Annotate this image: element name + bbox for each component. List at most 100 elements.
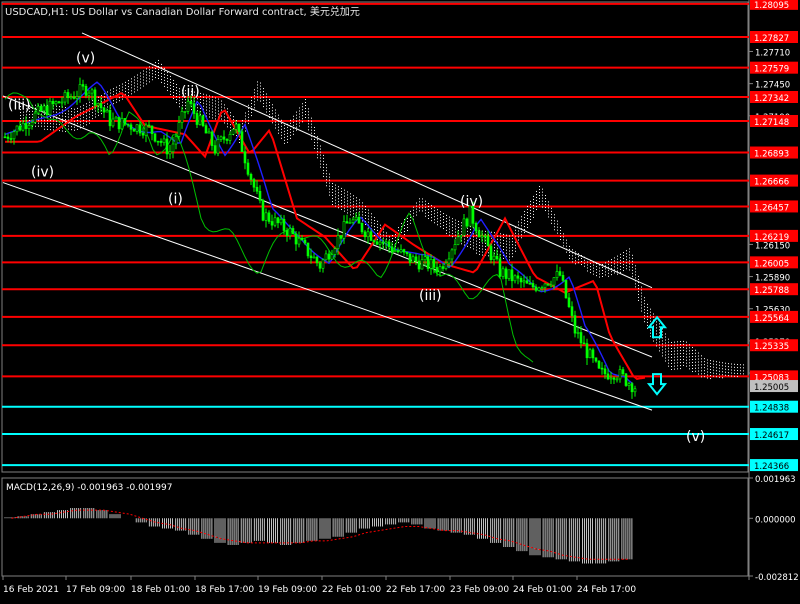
cloud-dot bbox=[383, 234, 384, 236]
cloud-dot bbox=[536, 205, 537, 207]
cloud-dot bbox=[482, 242, 483, 244]
cloud-dot bbox=[512, 244, 513, 246]
cloud-dot bbox=[89, 101, 90, 103]
cloud-dot bbox=[680, 347, 681, 349]
cloud-dot bbox=[245, 130, 246, 132]
cloud-dot bbox=[299, 125, 300, 127]
candle-body bbox=[600, 367, 604, 370]
cloud-dot bbox=[314, 132, 315, 134]
cloud-dot bbox=[368, 212, 369, 214]
candle-body bbox=[474, 223, 478, 232]
cloud-dot bbox=[263, 100, 264, 102]
cloud-dot bbox=[596, 269, 597, 271]
cloud-dot bbox=[512, 253, 513, 255]
cloud-dot bbox=[701, 370, 702, 372]
cloud-dot bbox=[734, 372, 735, 374]
cloud-dot bbox=[545, 201, 546, 203]
cloud-dot bbox=[662, 355, 663, 357]
cloud-dot bbox=[227, 120, 228, 122]
candle-body bbox=[192, 103, 196, 114]
cloud-dot bbox=[650, 314, 651, 316]
candle-body bbox=[21, 122, 25, 131]
cloud-dot bbox=[713, 360, 714, 362]
candle-body bbox=[486, 235, 490, 247]
cloud-dot bbox=[269, 110, 270, 112]
cloud-dot bbox=[572, 258, 573, 260]
cloud-dot bbox=[341, 187, 342, 189]
cloud-dot bbox=[179, 94, 180, 96]
candle-body bbox=[363, 231, 367, 238]
macd-axis-label: 0.000000 bbox=[755, 515, 796, 525]
cloud-dot bbox=[386, 232, 387, 234]
cloud-dot bbox=[20, 115, 21, 117]
cloud-dot bbox=[668, 359, 669, 361]
candle-body bbox=[375, 241, 379, 245]
cloud-dot bbox=[53, 111, 54, 113]
cloud-dot bbox=[362, 202, 363, 204]
cloud-dot bbox=[50, 126, 51, 128]
cloud-dot bbox=[695, 370, 696, 372]
cloud-dot bbox=[215, 115, 216, 117]
cloud-dot bbox=[680, 359, 681, 361]
candle-body bbox=[15, 125, 19, 133]
cloud-dot bbox=[482, 254, 483, 256]
candle-body bbox=[234, 123, 238, 130]
cloud-dot bbox=[143, 82, 144, 84]
cloud-dot bbox=[671, 342, 672, 344]
candle-body bbox=[225, 138, 229, 141]
cloud-dot bbox=[350, 202, 351, 204]
cloud-dot bbox=[167, 83, 168, 85]
cloud-dot bbox=[680, 365, 681, 367]
cloud-dot bbox=[500, 233, 501, 235]
candle-body bbox=[534, 286, 538, 291]
cloud-dot bbox=[443, 216, 444, 218]
candle-body bbox=[327, 253, 331, 260]
cloud-dot bbox=[455, 225, 456, 227]
cloud-dot bbox=[611, 259, 612, 261]
cloud-dot bbox=[368, 215, 369, 217]
cloud-dot bbox=[545, 204, 546, 206]
candle-body bbox=[354, 216, 358, 221]
cloud-dot bbox=[662, 340, 663, 342]
candle-body bbox=[222, 136, 226, 140]
cloud-dot bbox=[665, 360, 666, 362]
cloud-dot bbox=[668, 362, 669, 364]
cloud-dot bbox=[161, 72, 162, 74]
cloud-dot bbox=[44, 125, 45, 127]
candle-body bbox=[489, 245, 493, 260]
cloud-dot bbox=[314, 129, 315, 131]
candle-body bbox=[60, 101, 64, 104]
cloud-dot bbox=[449, 231, 450, 233]
cloud-dot bbox=[53, 126, 54, 128]
cloud-dot bbox=[332, 186, 333, 188]
cloud-dot bbox=[230, 127, 231, 129]
cloud-dot bbox=[128, 92, 129, 94]
cloud-dot bbox=[353, 207, 354, 209]
cloud-dot bbox=[629, 257, 630, 259]
cloud-dot bbox=[614, 263, 615, 265]
cloud-dot bbox=[731, 372, 732, 374]
candle-body bbox=[411, 256, 415, 263]
cloud-dot bbox=[476, 246, 477, 248]
cloud-dot bbox=[218, 113, 219, 115]
cloud-dot bbox=[656, 345, 657, 347]
candle-body bbox=[114, 116, 118, 120]
cloud-dot bbox=[347, 209, 348, 211]
cloud-dot bbox=[626, 256, 627, 258]
cloud-dot bbox=[308, 123, 309, 125]
cloud-dot bbox=[443, 213, 444, 215]
cloud-dot bbox=[323, 160, 324, 162]
cloud-dot bbox=[215, 100, 216, 102]
time-axis-label: 23 Feb 09:00 bbox=[450, 585, 509, 595]
cloud-dot bbox=[263, 106, 264, 108]
cloud-dot bbox=[503, 242, 504, 244]
cloud-dot bbox=[86, 118, 87, 120]
cloud-dot bbox=[224, 104, 225, 106]
cloud-dot bbox=[392, 238, 393, 240]
cloud-dot bbox=[443, 225, 444, 227]
cloud-dot bbox=[200, 101, 201, 103]
cloud-dot bbox=[89, 116, 90, 118]
cloud-dot bbox=[425, 215, 426, 217]
candle-body bbox=[495, 255, 499, 260]
cloud-dot bbox=[722, 377, 723, 379]
